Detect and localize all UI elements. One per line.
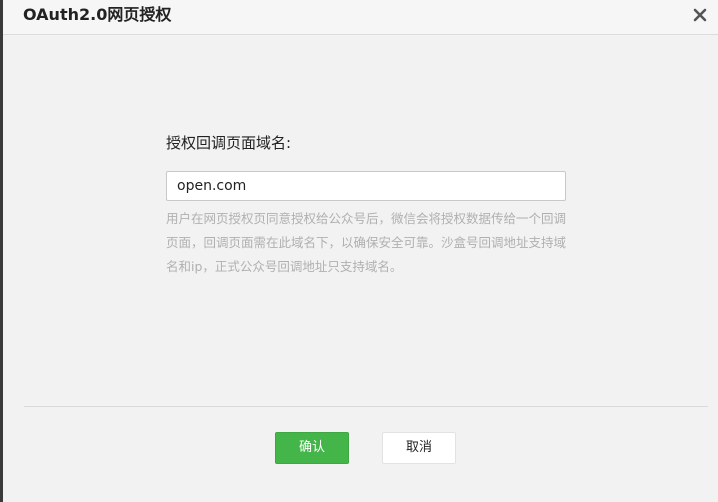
dialog-titlebar: OAuth2.0网页授权 xyxy=(3,0,718,35)
domain-field-label: 授权回调页面域名: xyxy=(166,134,292,152)
confirm-button[interactable]: 确认 xyxy=(275,432,349,464)
footer-divider xyxy=(24,406,708,407)
dialog-title: OAuth2.0网页授权 xyxy=(23,5,172,24)
cancel-button[interactable]: 取消 xyxy=(382,432,456,464)
domain-hint-text: 用户在网页授权页同意授权给公众号后，微信会将授权数据传给一个回调页面，回调页面需… xyxy=(166,211,567,274)
close-icon[interactable] xyxy=(690,5,710,25)
dialog-body: 授权回调页面域名: 用户在网页授权页同意授权给公众号后，微信会将授权数据传给一个… xyxy=(3,35,718,502)
domain-input[interactable] xyxy=(166,171,566,201)
oauth-dialog: OAuth2.0网页授权 授权回调页面域名: 用户在网页授权页同意授权给公众号后… xyxy=(0,0,718,502)
